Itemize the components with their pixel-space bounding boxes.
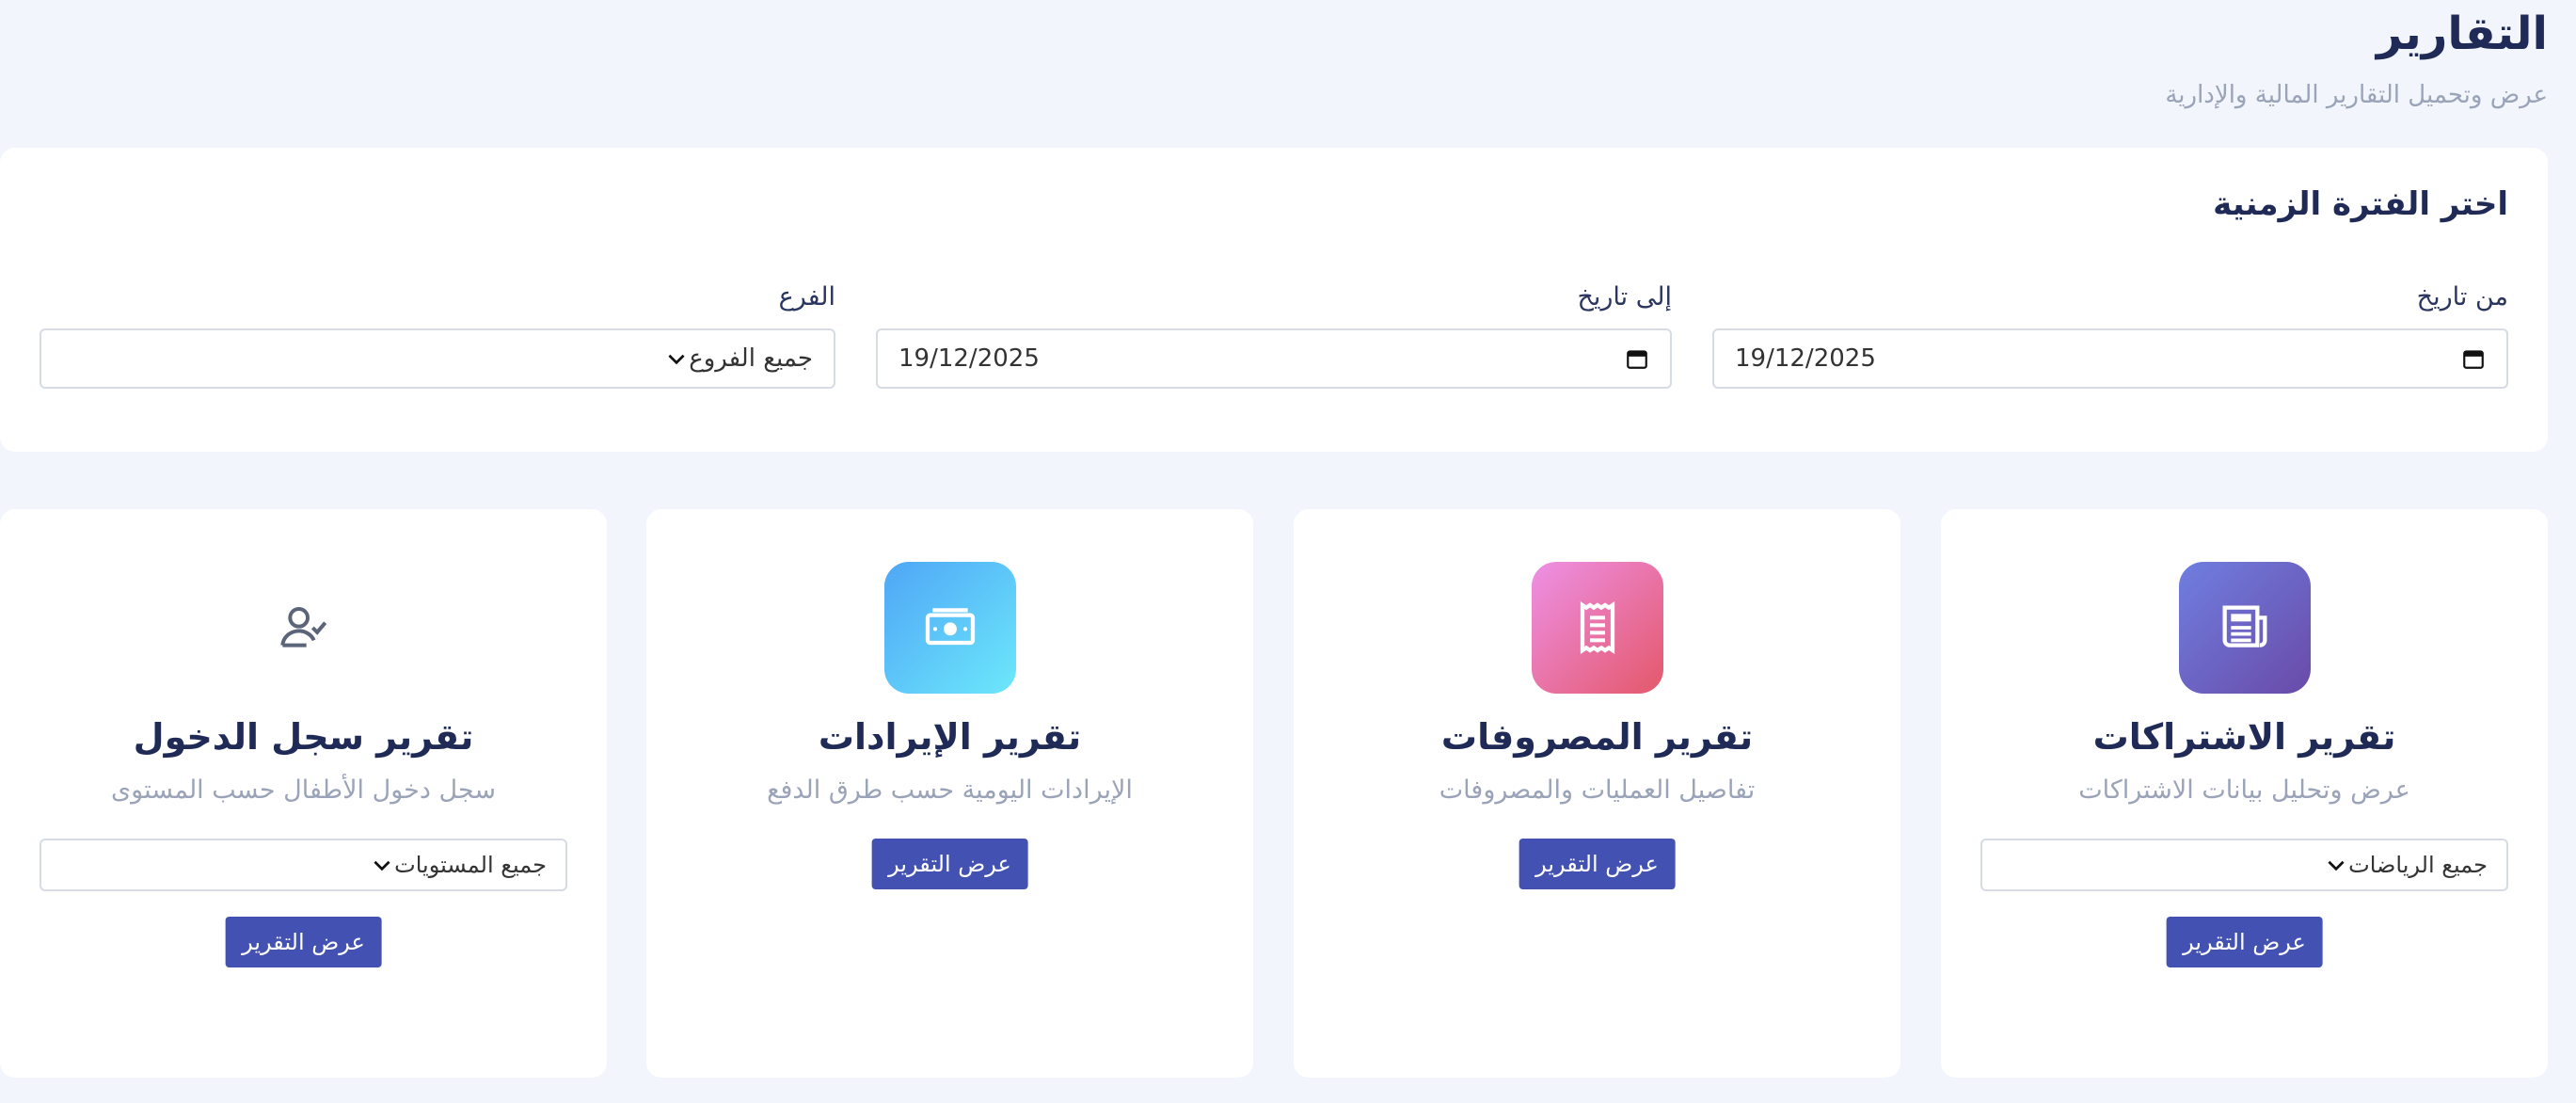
from-date-label: من تاريخ [2416,282,2508,312]
chevron-down-icon [2328,860,2345,871]
calendar-icon[interactable] [2461,346,2486,371]
card-description: عرض وتحليل بيانات الاشتراكات [2078,775,2410,805]
calendar-icon[interactable] [1625,346,1649,371]
sports-select-value: جميع الرياضات [2348,852,2488,878]
to-date-input[interactable]: 19/12/2025 [876,328,1672,389]
to-date-value: 19/12/2025 [898,344,1040,373]
card-description: تفاصيل العمليات والمصروفات [1439,775,1756,805]
branch-select[interactable]: جميع الفروع [40,328,835,389]
branch-field: الفرع جميع الفروع [40,280,835,389]
newspaper-icon [2178,562,2311,694]
view-report-button[interactable]: عرض التقرير [225,917,382,967]
card-title: تقرير الاشتراكات [2092,716,2396,758]
receipt-icon [1531,562,1663,694]
chevron-down-icon [668,354,685,365]
report-card-expenses: تقرير المصروفات تفاصيل العمليات والمصروف… [1294,509,1900,1078]
report-card-subscriptions: تقرير الاشتراكات عرض وتحليل بيانات الاشت… [1941,509,2548,1078]
to-date-label: إلى تاريخ [1577,282,1672,312]
to-date-field: إلى تاريخ 19/12/2025 [876,280,1672,389]
card-title: تقرير سجل الدخول [133,716,474,758]
card-title: تقرير المصروفات [1440,716,1754,758]
from-date-value: 19/12/2025 [1735,344,1876,373]
branch-label: الفرع [778,282,835,312]
levels-select[interactable]: جميع المستويات [40,839,567,891]
card-title: تقرير الإيرادات [818,716,1082,758]
chevron-down-icon [374,860,390,871]
sports-select[interactable]: جميع الرياضات [1980,839,2508,891]
user-check-icon [238,562,370,694]
view-report-button[interactable]: عرض التقرير [1519,839,1676,889]
card-description: سجل دخول الأطفال حسب المستوى [111,775,496,805]
view-report-button[interactable]: عرض التقرير [2166,917,2323,967]
date-range-title: اختر الفترة الزمنية [2213,185,2508,223]
page-header: التقارير عرض وتحميل التقارير المالية وال… [2165,0,2548,109]
report-card-attendance: تقرير سجل الدخول سجل دخول الأطفال حسب ال… [0,509,607,1078]
report-card-revenues: تقرير الإيرادات الإيرادات اليومية حسب طر… [646,509,1253,1078]
view-report-button[interactable]: عرض التقرير [871,839,1028,889]
levels-select-value: جميع المستويات [394,852,547,878]
from-date-field: من تاريخ 19/12/2025 [1712,280,2508,389]
page-subtitle: عرض وتحميل التقارير المالية والإدارية [2165,81,2548,109]
cash-icon [883,562,1016,694]
branch-select-value: جميع الفروع [689,344,813,373]
page-title: التقارير [2376,8,2548,60]
from-date-input[interactable]: 19/12/2025 [1712,328,2508,389]
date-range-card: اختر الفترة الزمنية من تاريخ 19/12/2025 … [0,148,2548,452]
card-description: الإيرادات اليومية حسب طرق الدفع [767,775,1133,805]
